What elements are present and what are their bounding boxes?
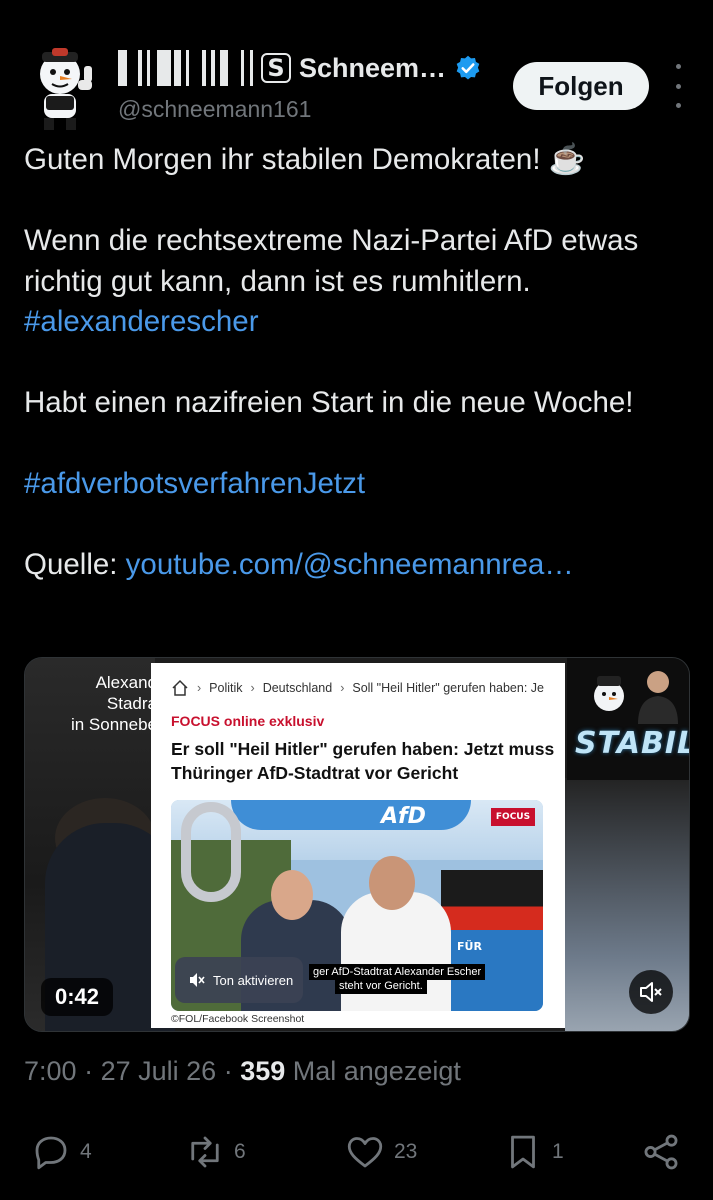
tweet-source: Quelle: youtube.com/@schneemannrea… — [24, 545, 694, 586]
view-count: 359 — [240, 1056, 286, 1086]
video-side-caption: Alexand Stadra in Sonnebe — [70, 673, 157, 734]
tweet-date[interactable]: 27 Juli 26 — [101, 1056, 217, 1086]
photo-person-2-head — [369, 856, 415, 910]
reply-count: 4 — [80, 1140, 92, 1163]
hashtag-afdverbotsverfahren[interactable]: #afdverbotsverfahrenJetzt — [24, 464, 694, 505]
like-count: 23 — [394, 1140, 418, 1163]
bookmark-count: 1 — [552, 1140, 564, 1163]
repost-button[interactable]: 6 — [184, 1126, 246, 1178]
repost-count: 6 — [234, 1140, 246, 1163]
name-letter-badge: S — [261, 53, 291, 83]
breadcrumb-item: Deutschland — [262, 681, 333, 695]
stabil-snowman-icon — [594, 676, 624, 711]
balloon-shape — [181, 802, 241, 902]
unmute-label: Ton aktivieren — [213, 972, 294, 988]
tweet-line-greeting: Guten Morgen ihr stabilen Demokraten! ☕ — [24, 143, 586, 176]
author-name-row[interactable]: S Schneem… — [118, 46, 482, 90]
repost-icon — [191, 1136, 219, 1168]
photo-credit: ©FOL/Facebook Screenshot — [171, 1013, 305, 1025]
breadcrumb-separator-icon: › — [250, 681, 255, 695]
tweet-meta: 7:00 · 27 Juli 26 · 359 Mal angezeigt — [24, 1056, 461, 1086]
source-label: Quelle: — [24, 548, 126, 581]
action-bar: 4 6 23 1 — [0, 1126, 713, 1178]
breadcrumb: › Politik › Deutschland › Soll "Heil Hit… — [171, 679, 544, 697]
stabil-word: STABIL — [575, 726, 690, 761]
tweet-paragraph-2: Wenn die rechtsextreme Nazi-Partei AfD e… — [24, 221, 694, 343]
focus-logo: FOCUS — [491, 808, 535, 826]
reply-button[interactable]: 4 — [30, 1126, 92, 1178]
share-icon — [644, 1134, 678, 1170]
photo-afd-logo: AfD — [381, 804, 426, 829]
breadcrumb-item: Politik — [209, 681, 243, 695]
photo-banner-text: FÜR — [457, 940, 482, 953]
stabil-person-icon — [638, 671, 678, 724]
status-bar-strip — [0, 0, 713, 22]
breadcrumb-separator-icon: › — [197, 681, 202, 695]
reply-icon — [35, 1136, 67, 1170]
breadcrumb-item: Soll "Heil Hitler" gerufen haben: Je — [352, 681, 544, 695]
speaker-muted-icon — [190, 973, 205, 987]
hashtag-alexanderescher[interactable]: #alexanderescher — [24, 305, 259, 338]
author-handle[interactable]: @schneemann161 — [118, 96, 311, 123]
tweet-paragraph-3: Habt einen nazifreien Start in die neue … — [24, 386, 634, 419]
tweet-paragraph-2-text: Wenn die rechtsextreme Nazi-Partei AfD e… — [24, 224, 639, 298]
author-display-name: Schneem… — [299, 52, 447, 83]
stabil-logo: STABIL — [567, 658, 690, 780]
heart-icon — [347, 1137, 383, 1168]
share-button[interactable] — [640, 1126, 682, 1178]
view-count-label: Mal angezeigt — [285, 1056, 461, 1086]
unmute-button[interactable]: Ton aktivieren — [175, 957, 303, 1003]
volume-muted-icon — [640, 982, 662, 1002]
like-button[interactable]: 23 — [344, 1126, 417, 1178]
source-link[interactable]: youtube.com/@schneemannrea… — [126, 548, 574, 581]
tweet-time[interactable]: 7:00 — [24, 1056, 77, 1086]
home-icon — [172, 679, 188, 696]
article-tag: FOCUS online exklusiv — [171, 713, 325, 729]
photo-person-1-head — [271, 870, 313, 920]
video-duration: 0:42 — [41, 978, 114, 1016]
mute-toggle-button[interactable] — [629, 970, 673, 1014]
photo-caption-line-2: steht vor Gericht. — [335, 978, 427, 994]
more-options-icon[interactable] — [668, 64, 688, 108]
breadcrumb-separator-icon: › — [340, 681, 345, 695]
article-headline: Er soll "Heil Hitler" gerufen haben: Jet… — [171, 739, 555, 783]
video-media-card[interactable]: Alexand Stadra in Sonnebe STABIL › Polit… — [24, 657, 690, 1032]
bookmark-button[interactable]: 1 — [502, 1126, 564, 1178]
barcode-name-glyphs — [118, 50, 253, 86]
follow-button[interactable]: Folgen — [513, 62, 649, 110]
verified-badge-icon — [456, 55, 480, 80]
tweet-body: Guten Morgen ihr stabilen Demokraten! ☕ … — [24, 140, 694, 586]
bookmark-icon — [511, 1135, 535, 1169]
snowman-avatar-icon[interactable] — [26, 46, 104, 132]
